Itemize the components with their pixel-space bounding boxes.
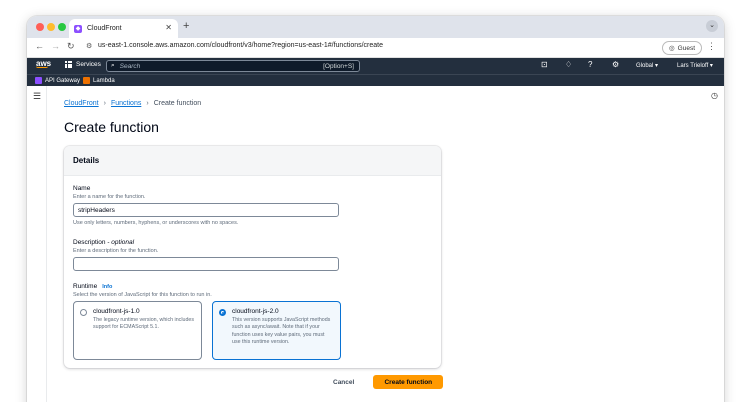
breadcrumb-current: Create function: [153, 100, 202, 107]
url-field[interactable]: us-east-1.console.aws.amazon.com/cloudfr…: [98, 42, 383, 49]
page-title: Create function: [64, 119, 159, 135]
browser-menu-icon[interactable]: ⋮: [707, 41, 716, 52]
profile-icon: ◎: [668, 45, 675, 52]
chevron-right-icon: ›: [146, 100, 149, 107]
runtime-label: Runtime Info: [73, 283, 212, 290]
search-shortcut: [Option+S]: [323, 62, 354, 70]
reload-icon[interactable]: ↻: [67, 41, 75, 52]
create-function-button[interactable]: Create function: [373, 375, 444, 389]
runtime-tile-js-1[interactable]: cloudfront-js-1.0 The legacy runtime ver…: [73, 301, 202, 360]
chevron-right-icon: ›: [103, 100, 106, 107]
details-container: Details Name Enter a name for the functi…: [64, 146, 441, 368]
favorite-label: API Gateway: [45, 77, 81, 84]
runtime-field-group: Runtime Info Select the version of JavaSc…: [73, 283, 212, 298]
settings-gear-icon[interactable]: ⚙: [612, 60, 619, 69]
new-tab-button[interactable]: +: [183, 20, 189, 32]
account-label: Lars Trieloff: [677, 63, 709, 69]
form-actions: Cancel Create function: [327, 375, 444, 389]
aws-logo[interactable]: aws: [36, 59, 51, 68]
runtime-tile-description: The legacy runtime version, which includ…: [93, 317, 194, 331]
cloudshell-icon[interactable]: ⊡: [541, 60, 548, 69]
name-label: Name: [73, 185, 91, 192]
runtime-tile-js-2[interactable]: cloudfront-js-2.0 This version supports …: [212, 301, 341, 360]
region-label: Global: [636, 63, 654, 69]
runtime-tiles: cloudfront-js-1.0 The legacy runtime ver…: [73, 301, 341, 360]
name-description: Enter a name for the function.: [73, 194, 146, 200]
runtime-title: cloudfront-js-1.0: [93, 308, 140, 315]
main-content: ☰ ◷ CloudFront › Functions › Create func…: [27, 86, 724, 402]
optional-label: optional: [111, 239, 135, 246]
favorite-api-gateway[interactable]: API Gateway: [35, 77, 80, 84]
description-description: Enter a description for the function.: [73, 248, 159, 254]
breadcrumb-functions[interactable]: Functions: [111, 100, 141, 107]
radio-button[interactable]: [80, 309, 87, 316]
help-panel-icon[interactable]: ◷: [711, 91, 718, 100]
cloudfront-favicon-icon: ◆: [74, 24, 82, 33]
favorite-lambda[interactable]: Lambda: [83, 77, 115, 84]
tab-title: CloudFront: [87, 25, 122, 32]
notifications-bell-icon[interactable]: ♢: [565, 60, 572, 69]
runtime-title: cloudfront-js-2.0: [232, 308, 279, 315]
description-label-text: Description -: [73, 239, 112, 246]
profile-button[interactable]: ◎ Guest: [662, 41, 702, 55]
services-label: Services: [76, 61, 101, 68]
site-info-icon[interactable]: ⚙: [86, 42, 92, 50]
breadcrumb: CloudFront › Functions › Create function: [64, 100, 201, 107]
breadcrumb-cloudfront[interactable]: CloudFront: [64, 100, 99, 107]
description-label: Description - optional: [73, 239, 339, 246]
close-tab-icon[interactable]: ✕: [165, 23, 172, 32]
tab-search-chevron-icon[interactable]: ⌄: [706, 20, 718, 32]
name-input[interactable]: stripHeaders: [73, 203, 339, 217]
account-menu[interactable]: Lars Trieloff ▾: [677, 62, 713, 69]
aws-top-nav: aws Services ⌕ Search [Option+S] ⊡ ♢ ? ⚙…: [27, 58, 724, 74]
grid-icon: [65, 61, 72, 68]
side-divider: [46, 86, 47, 402]
maximize-window-button[interactable]: [58, 23, 66, 31]
browser-window: ◆ CloudFront ✕ + ⌄ ← → ↻ ⚙ us-east-1.con…: [27, 16, 724, 402]
runtime-tile-description: This version supports JavaScript methods…: [232, 317, 331, 346]
aws-logo-text: aws: [36, 59, 52, 68]
minimize-window-button[interactable]: [47, 23, 55, 31]
runtime-label-text: Runtime: [73, 283, 98, 290]
address-bar: ← → ↻ ⚙ us-east-1.console.aws.amazon.com…: [27, 38, 724, 58]
services-menu[interactable]: Services: [65, 61, 101, 68]
name-constraint: Use only letters, numbers, hyphens, or u…: [73, 220, 239, 226]
search-input[interactable]: ⌕ Search [Option+S]: [106, 60, 360, 72]
back-icon[interactable]: ←: [35, 41, 44, 51]
region-selector[interactable]: Global ▾: [636, 62, 658, 69]
description-input[interactable]: [73, 257, 339, 271]
tab-strip: ◆ CloudFront ✕ + ⌄: [27, 16, 724, 38]
close-window-button[interactable]: [36, 23, 44, 31]
favorite-label: Lambda: [93, 77, 115, 84]
forward-icon[interactable]: →: [51, 41, 60, 51]
info-link[interactable]: Info: [102, 284, 112, 290]
details-header: Details: [64, 146, 441, 176]
name-field-group: Name Enter a name for the function. stri…: [73, 185, 339, 226]
favorites-bar: API Gateway Lambda: [27, 74, 724, 86]
hamburger-menu-icon[interactable]: ☰: [33, 91, 41, 102]
lambda-icon: [83, 77, 90, 84]
search-placeholder: Search: [119, 62, 141, 70]
radio-button-selected[interactable]: [219, 309, 226, 316]
runtime-description: Select the version of JavaScript for thi…: [73, 292, 212, 298]
cancel-button[interactable]: Cancel: [327, 379, 360, 386]
api-gateway-icon: [35, 77, 42, 84]
search-icon: ⌕: [111, 62, 115, 69]
description-field-group: Description - optional Enter a descripti…: [73, 239, 339, 271]
help-icon[interactable]: ?: [588, 60, 592, 69]
profile-label: Guest: [677, 44, 695, 52]
browser-tab[interactable]: ◆ CloudFront ✕: [69, 19, 178, 38]
